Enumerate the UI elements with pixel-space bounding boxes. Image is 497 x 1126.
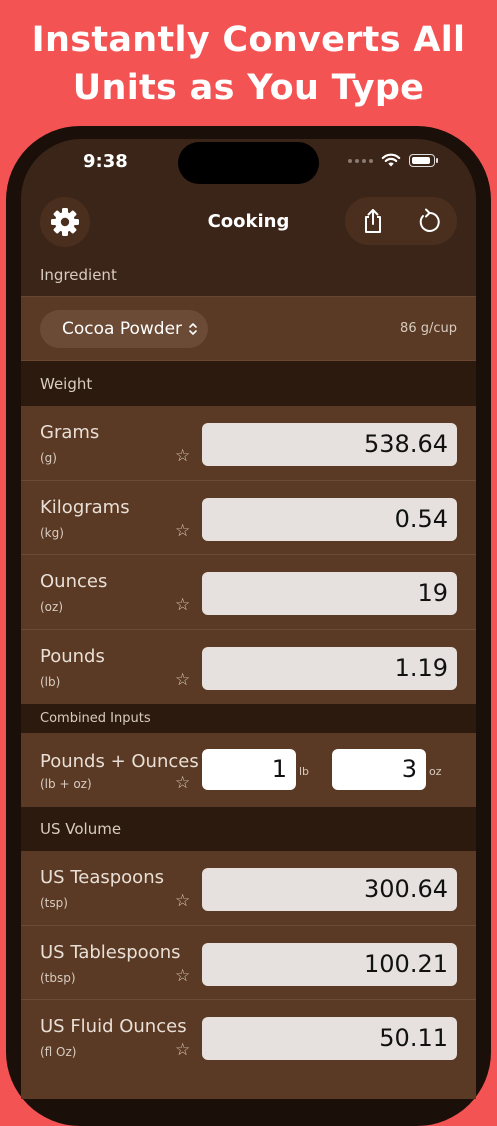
unit-name: Pounds xyxy=(40,645,105,667)
unit-abbr: (oz) xyxy=(40,600,64,614)
ingredient-row: Cocoa Powder 86 g/cup xyxy=(21,296,476,361)
us-tablespoons-input[interactable]: 100.21 xyxy=(202,942,457,986)
unit-name: Grams xyxy=(40,422,100,443)
section-combined: Combined Inputs xyxy=(21,704,476,733)
us-volume-rows: US Teaspoons (tsp) ☆ 300.64 US Tablespoo… xyxy=(21,851,476,1099)
status-icons xyxy=(348,153,438,168)
battery-icon xyxy=(409,154,438,167)
unit-name: Ounces xyxy=(40,571,108,592)
kilograms-input[interactable]: 0.54 xyxy=(202,497,457,541)
unit-row-ounces: Ounces (oz) ☆ 19 xyxy=(21,555,476,630)
headline-line-1: Instantly Converts All xyxy=(31,20,466,60)
unit-abbr: (fl Oz) xyxy=(40,1045,77,1059)
chevron-up-down-icon xyxy=(189,323,197,335)
share-icon xyxy=(364,209,381,233)
nav-actions xyxy=(345,197,457,245)
star-icon[interactable]: ☆ xyxy=(175,446,190,466)
unit-row-us-teaspoons: US Teaspoons (tsp) ☆ 300.64 xyxy=(21,851,476,926)
star-icon[interactable]: ☆ xyxy=(175,966,190,986)
pounds-part-input[interactable]: 1 xyxy=(202,749,296,790)
unit-name: US Tablespoons xyxy=(40,941,181,963)
promo-headline: Instantly Converts All Units as You Type xyxy=(0,16,497,112)
status-time: 9:38 xyxy=(83,151,128,172)
status-bar: 9:38 xyxy=(21,139,476,191)
pounds-input[interactable]: 1.19 xyxy=(202,646,457,690)
unit-row-kilograms: Kilograms (kg) ☆ 0.54 xyxy=(21,481,476,555)
star-icon[interactable]: ☆ xyxy=(175,521,190,541)
star-icon[interactable]: ☆ xyxy=(175,670,190,690)
share-button[interactable] xyxy=(361,207,385,235)
dynamic-island xyxy=(178,142,319,184)
reset-icon xyxy=(419,208,440,232)
weight-rows: Grams (g) ☆ 538.64 Kilograms (kg) ☆ 0.54… xyxy=(21,406,476,704)
signal-icon xyxy=(348,158,373,163)
star-icon[interactable]: ☆ xyxy=(175,1040,190,1060)
nav-bar: Cooking xyxy=(21,197,476,247)
star-icon[interactable]: ☆ xyxy=(175,891,190,911)
unit-row-grams: Grams (g) ☆ 538.64 xyxy=(21,406,476,481)
unit-abbr: (kg) xyxy=(40,525,64,540)
unit-name: Pounds + Ounces xyxy=(40,751,199,772)
unit-row-us-fluid-ounces: US Fluid Ounces (fl Oz) ☆ 50.11 xyxy=(21,1000,476,1075)
unit-abbr: (g) xyxy=(40,451,57,465)
unit-abbr: (lb + oz) xyxy=(40,777,92,791)
unit-abbr: (lb) xyxy=(40,674,61,689)
ingredient-selected: Cocoa Powder xyxy=(62,319,183,339)
unit-abbr: (tbsp) xyxy=(40,970,76,985)
unit-row-pounds-ounces: Pounds + Ounces (lb + oz) ☆ 1 lb 3 oz xyxy=(21,733,476,807)
unit-row-pounds: Pounds (lb) ☆ 1.19 xyxy=(21,630,476,705)
ounces-input[interactable]: 19 xyxy=(202,572,457,615)
app-screen: 9:38 Cooking Ingredient Cocoa Powder 86 … xyxy=(21,139,476,1099)
star-icon[interactable]: ☆ xyxy=(175,773,190,793)
reset-button[interactable] xyxy=(416,207,442,235)
unit-row-us-tablespoons: US Tablespoons (tbsp) ☆ 100.21 xyxy=(21,926,476,1000)
grams-input[interactable]: 538.64 xyxy=(202,423,457,466)
us-teaspoons-input[interactable]: 300.64 xyxy=(202,868,457,911)
unit-name: US Teaspoons xyxy=(40,867,164,888)
section-us-volume: US Volume xyxy=(21,807,476,851)
headline-line-2: Units as You Type xyxy=(72,68,425,108)
section-ingredient: Ingredient xyxy=(21,254,476,296)
pounds-unit-label: lb xyxy=(299,765,310,778)
us-fluid-ounces-input[interactable]: 50.11 xyxy=(202,1017,457,1060)
star-icon[interactable]: ☆ xyxy=(175,595,190,615)
ingredient-picker[interactable]: Cocoa Powder xyxy=(40,310,209,348)
unit-name: US Fluid Ounces xyxy=(40,1016,187,1037)
ounces-unit-label: oz xyxy=(429,765,442,778)
density-label: 86 g/cup xyxy=(400,321,457,336)
unit-name: Kilograms xyxy=(40,496,130,518)
section-weight: Weight xyxy=(21,361,476,406)
unit-abbr: (tsp) xyxy=(40,896,68,910)
combined-rows: Pounds + Ounces (lb + oz) ☆ 1 lb 3 oz xyxy=(21,733,476,807)
wifi-icon xyxy=(381,153,401,167)
ounces-part-input[interactable]: 3 xyxy=(332,749,426,790)
